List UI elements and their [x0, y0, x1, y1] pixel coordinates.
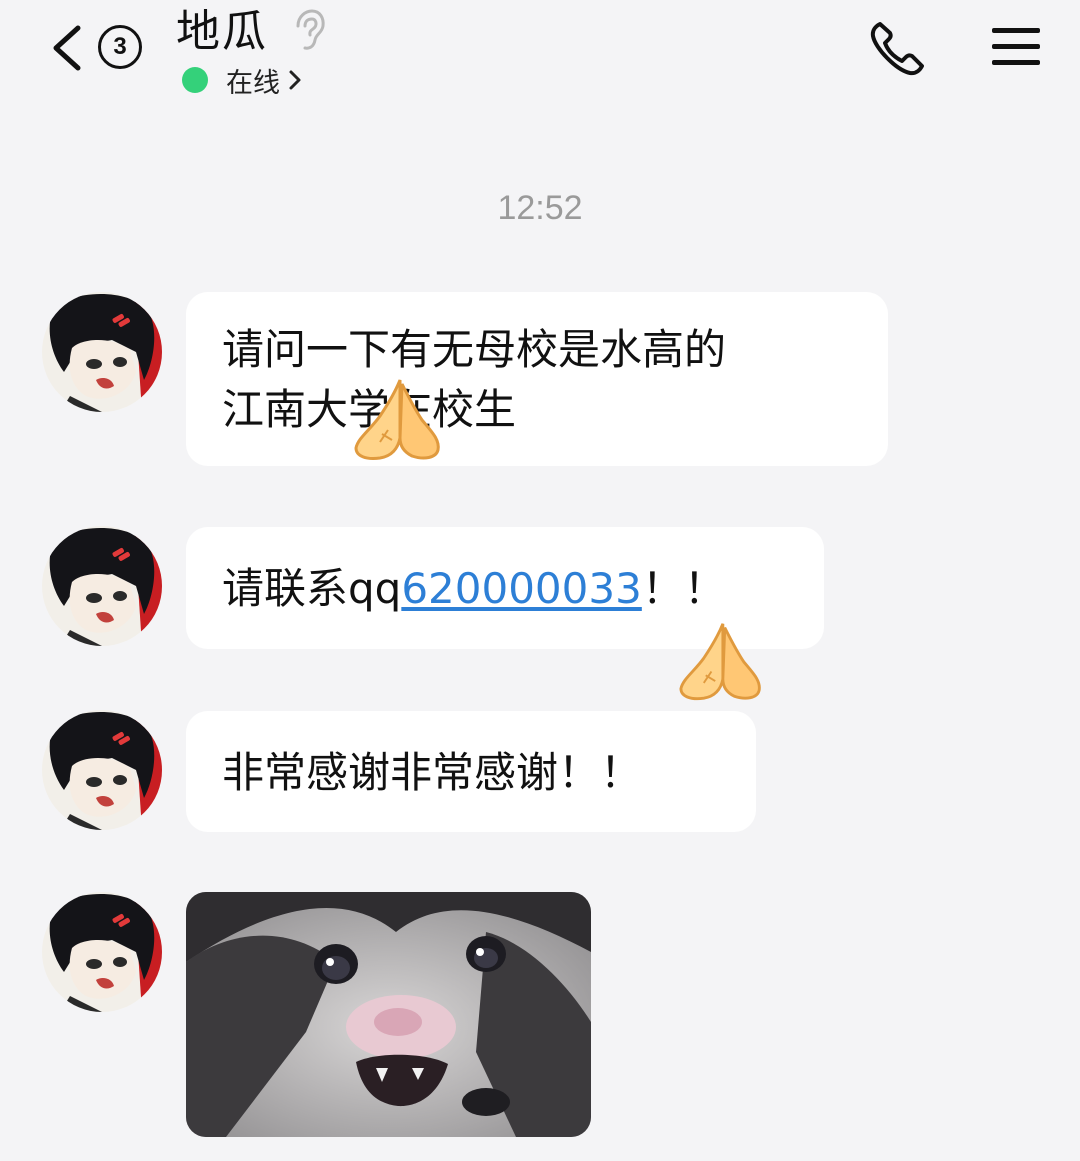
anime-avatar-image	[42, 526, 162, 646]
qq-number-link[interactable]: 620000033	[401, 564, 642, 613]
message-suffix: ！！	[641, 564, 726, 613]
praying-hands-emoji-icon	[679, 623, 761, 701]
message-text: 请联系qq620000033！！	[222, 559, 726, 619]
phone-icon[interactable]	[866, 18, 928, 80]
status-text: 在线	[226, 67, 280, 99]
sender-avatar[interactable]	[42, 892, 162, 1012]
online-status[interactable]: 在线	[182, 60, 302, 100]
anime-avatar-image	[42, 292, 162, 412]
sender-avatar[interactable]	[42, 292, 162, 412]
ear-icon[interactable]	[290, 8, 326, 52]
online-dot-icon	[182, 67, 208, 93]
chevron-left-icon[interactable]	[44, 20, 92, 76]
contact-name[interactable]: 地瓜	[176, 6, 268, 58]
message-bubble-3[interactable]: 非常感谢非常感谢！！	[186, 711, 756, 832]
chevron-right-icon	[289, 70, 301, 90]
message-text: 请问一下有无母校是水高的 江南大学在校生	[222, 325, 727, 434]
sender-avatar[interactable]	[42, 710, 162, 830]
hamburger-menu-icon[interactable]	[990, 24, 1042, 70]
message-bubble-1[interactable]: 请问一下有无母校是水高的 江南大学在校生	[186, 292, 888, 466]
chat-screen: 3 地瓜 在线 12:52 请问一下有无母校是水高的 江南大学在校生 请联系qq…	[0, 0, 1080, 1161]
anime-avatar-image	[42, 710, 162, 830]
message-text: 非常感谢非常感谢！！	[222, 748, 643, 797]
anime-avatar-image	[42, 892, 162, 1012]
unread-count-badge[interactable]: 3	[98, 25, 142, 69]
chat-header: 3 地瓜 在线	[0, 0, 1080, 110]
message-timestamp: 12:52	[497, 189, 583, 227]
sender-avatar[interactable]	[42, 526, 162, 646]
message-prefix: 请联系qq	[222, 564, 402, 613]
praying-hands-emoji-icon	[354, 379, 440, 460]
crying-cat-meme-image[interactable]	[186, 892, 591, 1137]
cat-photo-image	[186, 892, 591, 1137]
